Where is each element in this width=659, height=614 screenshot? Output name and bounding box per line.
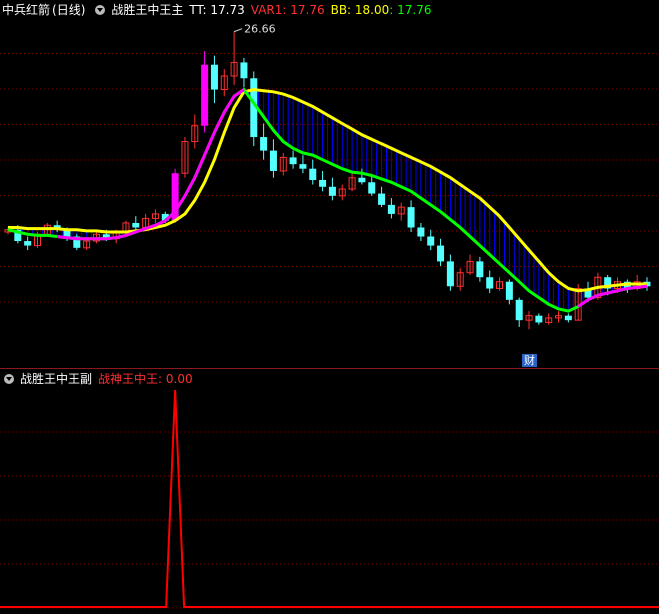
sub-indicator-menu-icon[interactable] xyxy=(4,374,14,384)
sub-panel-header: 战胜王中王副 战神王中王: 0.00 xyxy=(0,370,199,388)
candle-body xyxy=(210,64,218,90)
finance-event-badge[interactable]: 财 xyxy=(522,354,537,367)
candle-body xyxy=(387,204,395,214)
high-marker-text: 26.66 xyxy=(244,23,276,36)
candle-body xyxy=(132,222,140,228)
sub-indicator-name[interactable]: 战胜王中王副 xyxy=(20,372,92,386)
stock-title[interactable]: 中兵红箭 xyxy=(2,3,50,17)
sub-indicator-value: 战神王中王: 0.00 xyxy=(98,372,193,386)
tt-value: TT: 17.73 xyxy=(189,3,245,17)
candle-body xyxy=(358,177,366,183)
candle-body xyxy=(368,182,376,194)
candle-body xyxy=(446,261,454,287)
candle-body xyxy=(535,315,543,323)
candle-body xyxy=(407,207,415,228)
candle-body xyxy=(289,157,297,165)
candle-body xyxy=(437,245,445,262)
sub-chart[interactable] xyxy=(0,388,659,612)
candle-body xyxy=(515,299,523,321)
candle-body xyxy=(319,180,327,187)
magenta-line xyxy=(57,88,245,241)
var1-value: VAR1: 17.76 xyxy=(250,3,325,17)
panel-separator[interactable] xyxy=(0,368,659,369)
candle-body xyxy=(476,261,484,278)
candle-body xyxy=(486,277,494,289)
candle-body xyxy=(309,168,317,180)
candle-body xyxy=(260,137,268,151)
candle-body xyxy=(24,241,32,246)
sub-indicator-line xyxy=(0,389,659,608)
indicator-name[interactable]: 战胜王中王主 xyxy=(111,3,183,17)
extra-value: : 17.76 xyxy=(389,3,432,17)
candle-body xyxy=(427,236,435,246)
candle-body xyxy=(299,164,307,169)
candle-body xyxy=(328,186,336,196)
main-panel-header: 中兵红箭 (日线) 战胜王中王主 TT: 17.73 VAR1: 17.76 BB: 18… xyxy=(0,1,438,19)
bb-value: BB: 18.00 xyxy=(330,3,390,17)
candle-body xyxy=(240,62,248,79)
candle-body xyxy=(201,64,209,126)
candle-body xyxy=(505,281,513,300)
candle-body xyxy=(378,193,386,205)
high-marker-line xyxy=(233,28,243,33)
candle-body xyxy=(269,150,277,171)
indicator-menu-icon[interactable] xyxy=(95,5,106,15)
candle-body xyxy=(564,315,572,321)
main-chart[interactable]: 26.66 xyxy=(0,18,659,370)
candle-body xyxy=(417,227,425,237)
period-label[interactable]: (日线) xyxy=(52,3,85,17)
